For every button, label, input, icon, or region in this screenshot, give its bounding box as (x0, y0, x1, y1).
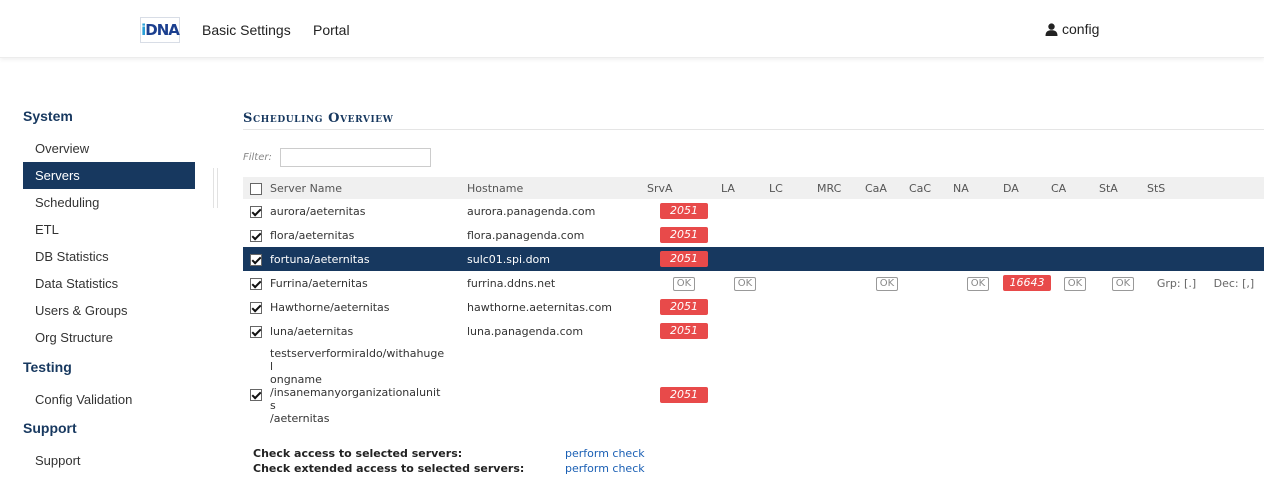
col-sta[interactable]: StA (1099, 177, 1147, 199)
table-row[interactable]: Furrina/aeternitas furrina.ddns.net OK O… (243, 271, 1264, 295)
col-ca[interactable]: CA (1051, 177, 1099, 199)
title-divider (243, 129, 1264, 130)
hostname: furrina.ddns.net (467, 276, 556, 290)
sidebar-item-users-groups[interactable]: Users & Groups (23, 297, 195, 324)
table-row-selected[interactable]: fortuna/aeternitas sulc01.spi.dom 2051 (243, 247, 1264, 271)
row-checkbox[interactable] (250, 205, 262, 218)
hostname: flora.panagenda.com (467, 228, 585, 242)
sidebar-item-etl[interactable]: ETL (23, 216, 195, 243)
server-name: flora/aeternitas (270, 228, 355, 242)
srva-status-badge: 2051 (660, 323, 708, 339)
nav-portal[interactable]: Portal (313, 22, 350, 38)
srva-status-badge: 2051 (660, 203, 708, 219)
col-da[interactable]: DA (1003, 177, 1051, 199)
hostname: aurora.panagenda.com (467, 204, 596, 218)
col-sts[interactable]: StS (1147, 177, 1264, 199)
row-checkbox[interactable] (250, 229, 262, 242)
server-name: aurora/aeternitas (270, 204, 366, 218)
sidebar-item-db-statistics[interactable]: DB Statistics (23, 243, 195, 270)
server-name: Furrina/aeternitas (270, 276, 368, 290)
sidebar-item-config-validation[interactable]: Config Validation (23, 386, 195, 413)
sidebar-item-support[interactable]: Support (23, 447, 195, 474)
hostname: luna.panagenda.com (467, 324, 584, 338)
table-row[interactable]: aurora/aeternitas aurora.panagenda.com 2… (243, 199, 1264, 223)
col-server-name[interactable]: Server Name (243, 177, 467, 199)
server-name-multiline: testserverformiraldo/withahugel ongname … (270, 347, 445, 425)
sidebar-item-overview[interactable]: Overview (23, 135, 195, 162)
server-name: Hawthorne/aeternitas (270, 300, 390, 314)
row-checkbox[interactable] (250, 253, 262, 266)
table-header-row: Server Name Hostname SrvA LA LC MRC CaA … (243, 177, 1264, 199)
sidebar-section-system: System (23, 108, 73, 124)
filter-label: Filter: (243, 152, 272, 163)
hostname (467, 343, 647, 429)
col-cac[interactable]: CaC (909, 177, 953, 199)
sts-dec: Dec: [,] (1213, 276, 1255, 290)
sts-grp: Grp: [.] (1156, 276, 1197, 290)
table-row[interactable]: testserverformiraldo/withahugel ongname … (243, 343, 1264, 429)
hostname: hawthorne.aeternitas.com (467, 300, 613, 314)
la-ok-badge: OK (733, 276, 757, 291)
col-srva[interactable]: SrvA (647, 177, 721, 199)
srva-status-badge: 2051 (660, 387, 708, 403)
na-ok-badge: OK (966, 276, 990, 291)
table-row[interactable]: flora/aeternitas flora.panagenda.com 205… (243, 223, 1264, 247)
servers-table: Server Name Hostname SrvA LA LC MRC CaA … (243, 177, 1264, 429)
hostname: sulc01.spi.dom (467, 247, 647, 271)
row-checkbox[interactable] (250, 325, 262, 338)
col-hostname[interactable]: Hostname (467, 177, 647, 199)
col-na[interactable]: NA (953, 177, 1003, 199)
user-icon (1045, 22, 1058, 36)
row-checkbox[interactable] (250, 389, 262, 401)
idna-logo[interactable]: i DNA (140, 17, 180, 43)
srva-status-badge: 2051 (660, 299, 708, 315)
col-lc[interactable]: LC (769, 177, 817, 199)
col-la[interactable]: LA (721, 177, 769, 199)
sidebar: System Overview Servers Scheduling ETL D… (23, 108, 195, 474)
check-extended-access-label: Check extended access to selected server… (253, 462, 525, 475)
user-name: config (1062, 21, 1100, 37)
table-row[interactable]: Hawthorne/aeternitas hawthorne.aeternita… (243, 295, 1264, 319)
server-name: fortuna/aeternitas (270, 252, 370, 266)
ca-ok-badge: OK (1063, 276, 1087, 291)
srva-ok-badge: OK (672, 276, 696, 291)
select-all-checkbox[interactable] (250, 182, 262, 195)
da-status-badge: 16643 (1003, 275, 1051, 291)
srva-status-badge: 2051 (660, 227, 708, 243)
col-caa[interactable]: CaA (865, 177, 909, 199)
server-name: luna/aeternitas (270, 324, 354, 338)
user-menu[interactable]: config (1045, 21, 1099, 37)
perform-extended-check-link[interactable]: perform check (565, 462, 645, 475)
table-row[interactable]: luna/aeternitas luna.panagenda.com 2051 (243, 319, 1264, 343)
page-title: Scheduling Overview (243, 111, 394, 126)
row-checkbox[interactable] (250, 277, 262, 290)
filter-input[interactable] (280, 148, 431, 167)
sidebar-item-scheduling[interactable]: Scheduling (23, 189, 195, 216)
sidebar-item-servers[interactable]: Servers (23, 162, 195, 189)
sidebar-section-support: Support (23, 420, 77, 436)
sidebar-splitter[interactable] (213, 168, 218, 208)
check-access-label: Check access to selected servers: (253, 447, 463, 460)
top-bar: i DNA Basic Settings Portal config (0, 0, 1264, 58)
perform-check-link[interactable]: perform check (565, 447, 645, 460)
sidebar-section-testing: Testing (23, 359, 72, 375)
col-mrc[interactable]: MRC (817, 177, 865, 199)
nav-basic-settings[interactable]: Basic Settings (202, 22, 291, 38)
sidebar-item-org-structure[interactable]: Org Structure (23, 324, 195, 351)
row-checkbox[interactable] (250, 301, 262, 314)
srva-status-badge: 2051 (660, 251, 708, 267)
sidebar-item-data-statistics[interactable]: Data Statistics (23, 270, 195, 297)
sta-ok-badge: OK (1111, 276, 1135, 291)
caa-ok-badge: OK (875, 276, 899, 291)
